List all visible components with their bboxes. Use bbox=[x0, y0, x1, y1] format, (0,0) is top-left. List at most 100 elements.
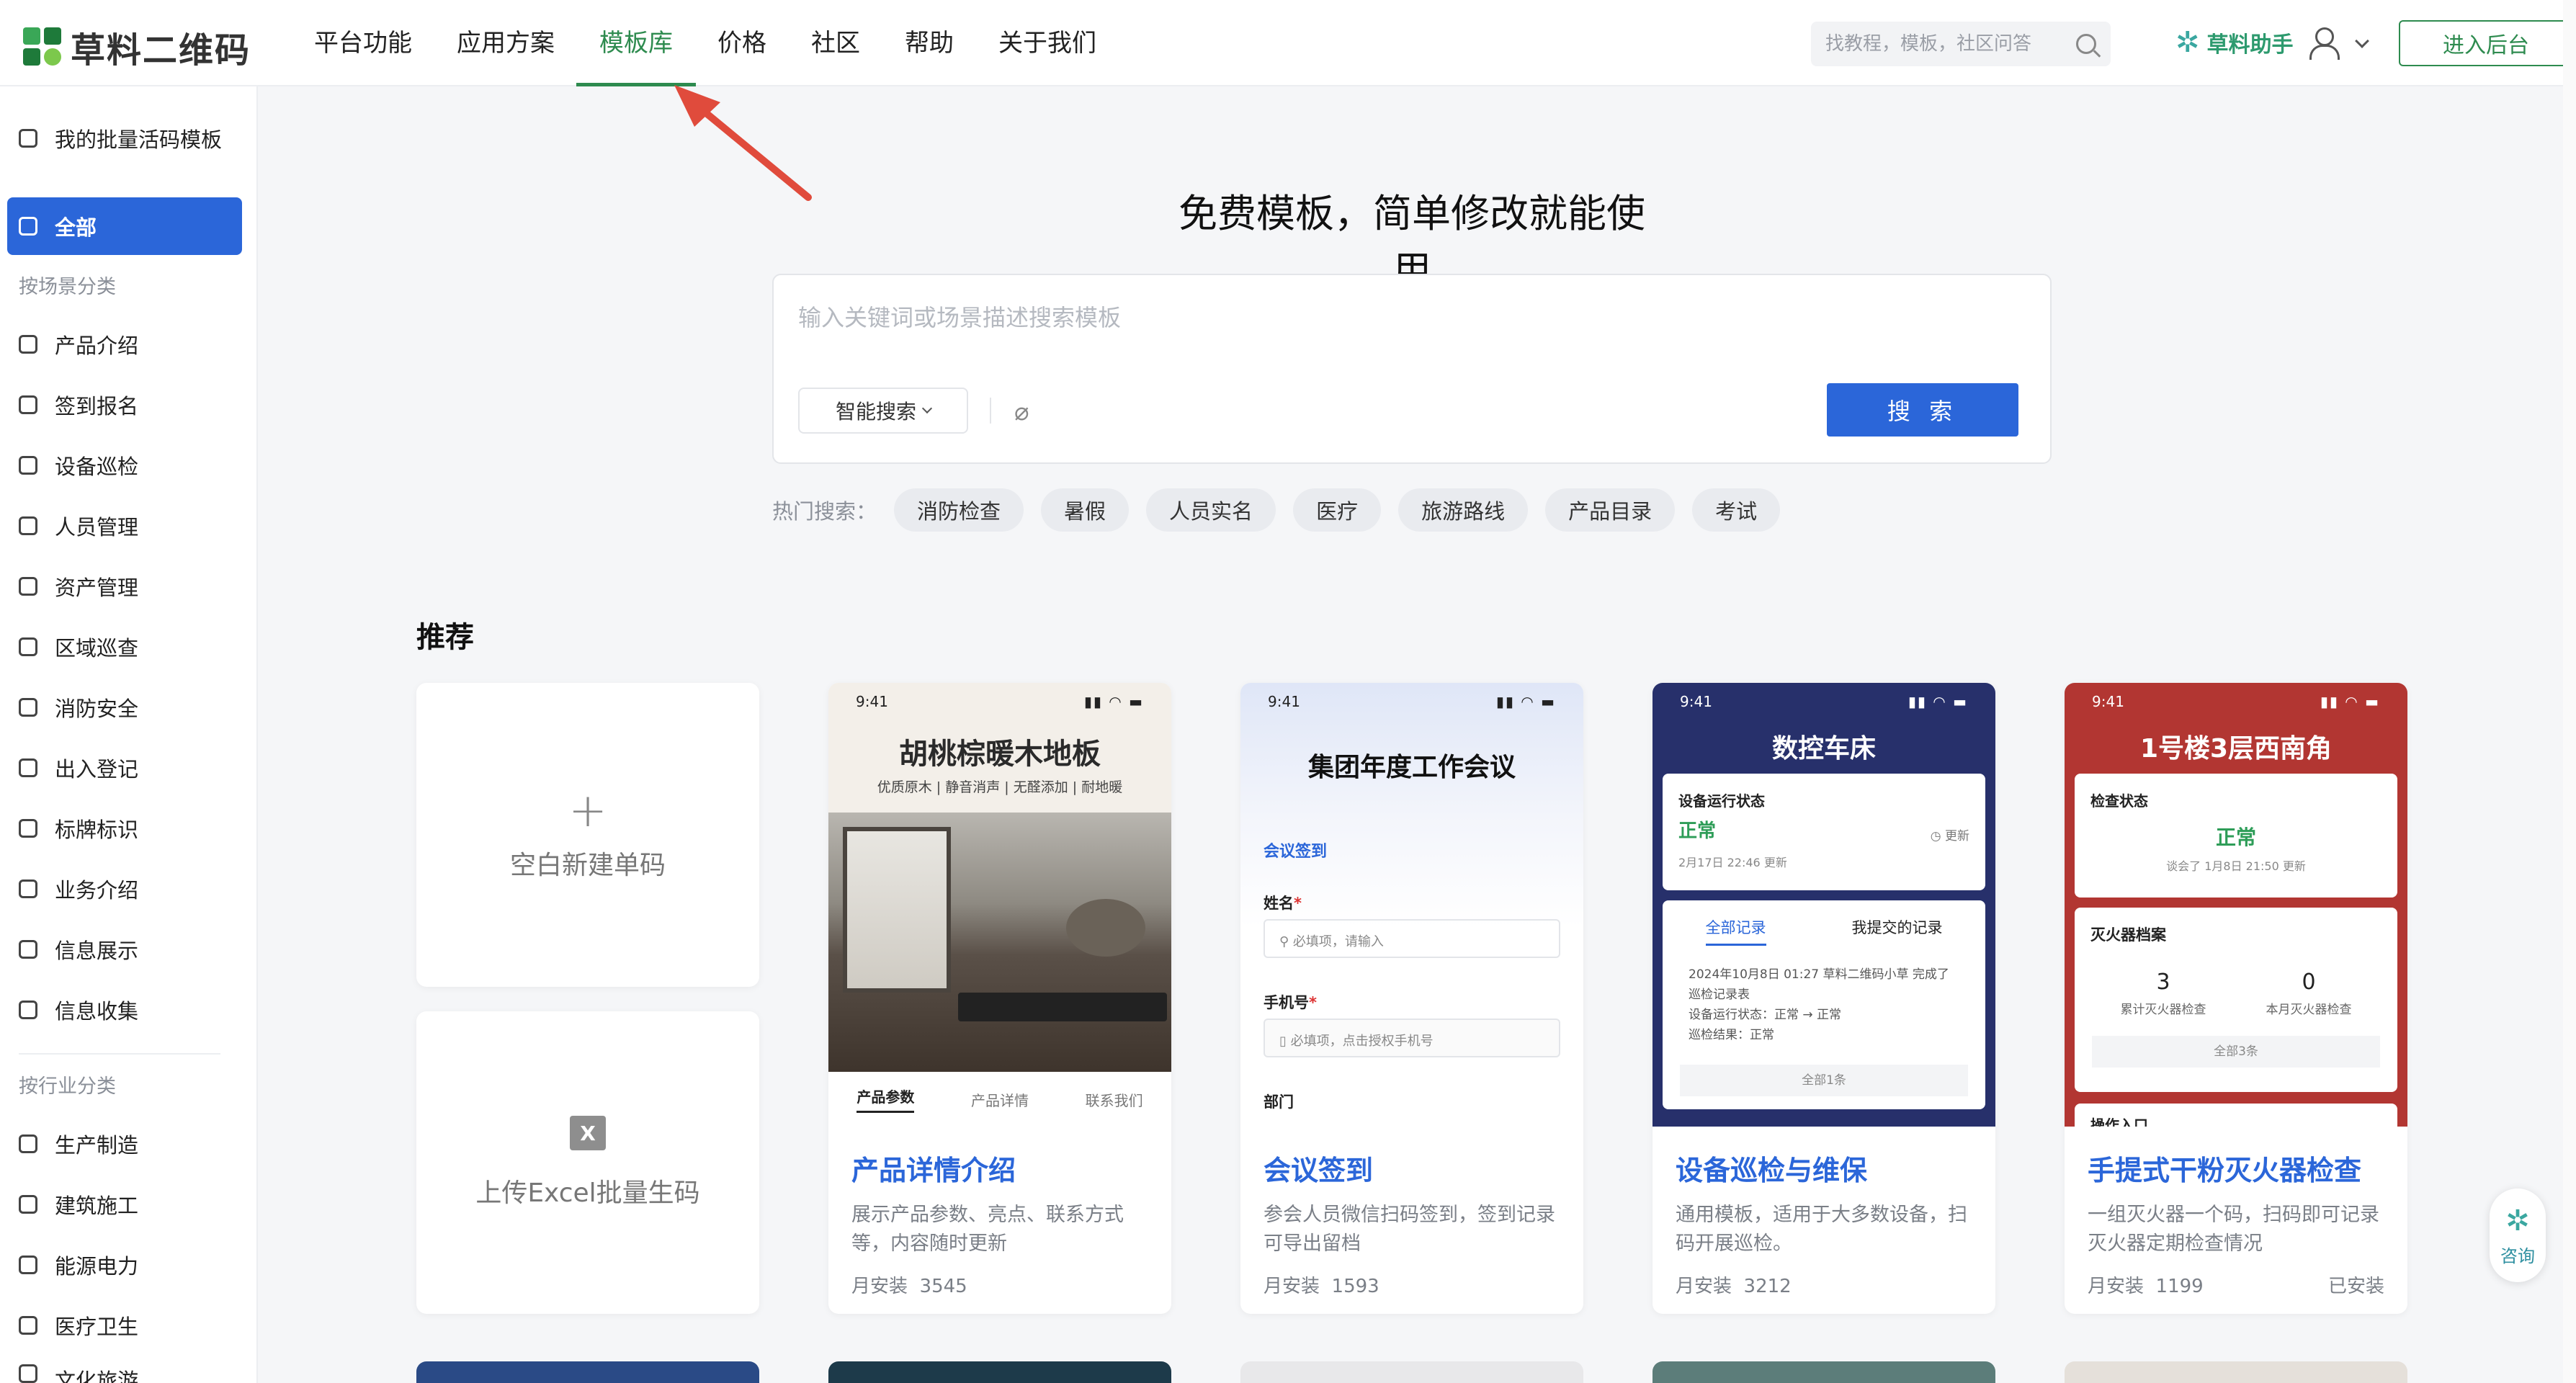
template-name[interactable]: 设备巡检与维保 bbox=[1676, 1148, 1972, 1188]
user-icon[interactable] bbox=[2308, 27, 2340, 60]
sidebar-item-label: 标牌标识 bbox=[55, 818, 139, 842]
upload-excel-label: 上传Excel批量生码 bbox=[475, 1178, 700, 1208]
template-preview: 9:41 ▮▮ ◠ ▬ 1号楼3层西南角 检查状态 正常 谈会了 1月8日 21:… bbox=[2065, 683, 2407, 1127]
preview-records-box: 全部记录 我提交的记录 2024年10月8日 01:27 草料二维码小草 完成了巡… bbox=[1663, 900, 1985, 1109]
nav-solutions[interactable]: 应用方案 bbox=[457, 0, 555, 86]
smart-search-dropdown[interactable]: 智能搜索 bbox=[798, 388, 968, 434]
chevron-down-icon[interactable] bbox=[2355, 34, 2369, 48]
product-icon bbox=[19, 335, 37, 354]
sidebar-item-energy[interactable]: 能源电力 bbox=[7, 1236, 242, 1294]
sidebar-item-entry-log[interactable]: 出入登记 bbox=[7, 739, 242, 797]
global-search-input[interactable] bbox=[1825, 33, 2076, 55]
sidebar-item-fire-safety[interactable]: 消防安全 bbox=[7, 679, 242, 736]
install-count: 1593 bbox=[1331, 1276, 1379, 1297]
sidebar-item-label: 产品介绍 bbox=[55, 334, 139, 358]
install-count: 1199 bbox=[2155, 1276, 2204, 1297]
phone-status-bar: 9:41 ▮▮ ◠ ▬ bbox=[1240, 683, 1583, 723]
hot-tag[interactable]: 暑假 bbox=[1041, 488, 1130, 532]
template-card-peek[interactable] bbox=[828, 1361, 1171, 1383]
template-search-input[interactable]: 输入关键词或场景描述搜索模板 bbox=[798, 300, 1121, 333]
template-search-box[interactable]: 输入关键词或场景描述搜索模板 智能搜索 ⌀ 搜 索 bbox=[772, 274, 2052, 464]
person-card-icon bbox=[19, 516, 37, 535]
bookmark-icon bbox=[19, 217, 37, 236]
sidebar-item-label: 能源电力 bbox=[55, 1254, 139, 1279]
template-meta: 月安装 1199 已安装 bbox=[2088, 1271, 2384, 1298]
sidebar-group-scene: 按场景分类 bbox=[19, 276, 116, 298]
template-card-peek[interactable] bbox=[416, 1361, 759, 1383]
sidebar-item-all[interactable]: 全部 bbox=[7, 197, 242, 255]
sidebar-item-manufacturing[interactable]: 生产制造 bbox=[7, 1115, 242, 1173]
sidebar-item-area-patrol[interactable]: 区域巡查 bbox=[7, 618, 242, 676]
edit-icon bbox=[19, 395, 37, 414]
nav-about[interactable]: 关于我们 bbox=[998, 0, 1096, 86]
sidebar-item-inspection[interactable]: 设备巡检 bbox=[7, 437, 242, 494]
preview-title: 胡桃棕暖木地板 bbox=[899, 738, 1101, 771]
sidebar-item-culture-tourism[interactable]: 文化旅游 bbox=[7, 1357, 242, 1383]
nav-pricing[interactable]: 价格 bbox=[717, 0, 766, 86]
sparkle-icon: ✲ bbox=[2175, 26, 2200, 59]
brand-name: 草料二维码 bbox=[71, 30, 251, 71]
blank-new-code-card[interactable]: + 空白新建单码 bbox=[416, 683, 759, 987]
assistant-link[interactable]: ✲ 草料助手 bbox=[2175, 26, 2294, 59]
hot-searches: 热门搜索： 消防检查 暑假 人员实名 医疗 旅游路线 产品目录 考试 bbox=[772, 488, 1797, 532]
template-card-equipment-inspection[interactable]: 9:41 ▮▮ ◠ ▬ 数控车床 设备运行状态 正常 2月17日 22:46 更新… bbox=[1653, 683, 1995, 1314]
template-preview: 9:41 ▮▮ ◠ ▬ 胡桃棕暖木地板 优质原木 | 静音消声 | 无醛添加 | … bbox=[828, 683, 1171, 1127]
document-icon bbox=[19, 880, 37, 898]
preview-tabs: 产品参数 产品详情 联系我们 bbox=[828, 1072, 1171, 1127]
template-card-peek[interactable] bbox=[2065, 1361, 2407, 1383]
top-nav-bar: 草料二维码 平台功能 应用方案 模板库 价格 社区 帮助 关于我们 ✲ 草料助手… bbox=[0, 0, 2576, 86]
hot-tag[interactable]: 医疗 bbox=[1293, 488, 1382, 532]
phone-status-bar: 9:41 ▮▮ ◠ ▬ bbox=[2065, 683, 2407, 723]
sidebar-item-info-collect[interactable]: 信息收集 bbox=[7, 981, 242, 1039]
template-card-meeting-signin[interactable]: 9:41 ▮▮ ◠ ▬ 集团年度工作会议 会议签到 姓名* ⚲ 必填项，请输入 手… bbox=[1240, 683, 1583, 1314]
template-card-peek[interactable] bbox=[1653, 1361, 1995, 1383]
search-button[interactable]: 搜 索 bbox=[1827, 383, 2018, 437]
sidebar-item-construction[interactable]: 建筑施工 bbox=[7, 1176, 242, 1233]
upload-excel-card[interactable]: X 上传Excel批量生码 bbox=[416, 1011, 759, 1314]
scrollbar[interactable] bbox=[2563, 0, 2576, 1383]
sidebar-item-my-templates[interactable]: 我的批量活码模板 bbox=[7, 109, 242, 167]
template-card-peek[interactable] bbox=[1240, 1361, 1583, 1383]
signal-battery-icon: ▮▮ ◠ ▬ bbox=[1908, 693, 1968, 710]
template-name[interactable]: 会议签到 bbox=[1264, 1148, 1560, 1188]
sidebar-item-info-display[interactable]: 信息展示 bbox=[7, 921, 242, 978]
brand-logo[interactable]: 草料二维码 bbox=[23, 22, 251, 72]
hot-tag[interactable]: 考试 bbox=[1692, 488, 1781, 532]
hot-tag[interactable]: 产品目录 bbox=[1545, 488, 1676, 532]
sidebar-item-medical[interactable]: 医疗卫生 bbox=[7, 1297, 242, 1354]
template-card-product-detail[interactable]: 9:41 ▮▮ ◠ ▬ 胡桃棕暖木地板 优质原木 | 静音消声 | 无醛添加 | … bbox=[828, 683, 1171, 1314]
search-icon[interactable] bbox=[2076, 34, 2096, 54]
excel-icon: X bbox=[570, 1116, 606, 1150]
sidebar-item-personnel[interactable]: 人员管理 bbox=[7, 497, 242, 555]
paperclip-icon[interactable]: ⌀ bbox=[1014, 398, 1029, 426]
nav-templates[interactable]: 模板库 bbox=[576, 0, 696, 86]
nav-platform[interactable]: 平台功能 bbox=[314, 0, 412, 86]
asset-icon bbox=[19, 577, 37, 596]
template-name[interactable]: 手提式干粉灭火器检查 bbox=[2088, 1148, 2384, 1188]
hot-tag[interactable]: 旅游路线 bbox=[1398, 488, 1529, 532]
preview-entry-box: 操作入口 bbox=[2075, 1104, 2397, 1127]
display-icon bbox=[19, 940, 37, 959]
hot-tag[interactable]: 人员实名 bbox=[1146, 488, 1276, 532]
template-name[interactable]: 产品详情介绍 bbox=[851, 1148, 1148, 1188]
enter-dashboard-button[interactable]: 进入后台 bbox=[2399, 20, 2573, 66]
consult-float-button[interactable]: ✲ 咨询 bbox=[2490, 1189, 2546, 1282]
phone-status-bar: 9:41 ▮▮ ◠ ▬ bbox=[1653, 683, 1995, 723]
preview-title: 1号楼3层西南角 bbox=[2139, 734, 2333, 764]
smart-search-label: 智能搜索 bbox=[835, 400, 916, 424]
preview-status-box: 检查状态 正常 谈会了 1月8日 21:50 更新 bbox=[2075, 774, 2397, 898]
sidebar-item-assets[interactable]: 资产管理 bbox=[7, 558, 242, 615]
sidebar-item-signage[interactable]: 标牌标识 bbox=[7, 800, 242, 857]
nav-help[interactable]: 帮助 bbox=[905, 0, 954, 86]
sidebar-item-business[interactable]: 业务介绍 bbox=[7, 860, 242, 918]
template-card-fire-extinguisher[interactable]: 9:41 ▮▮ ◠ ▬ 1号楼3层西南角 检查状态 正常 谈会了 1月8日 21:… bbox=[2065, 683, 2407, 1314]
template-info: 产品详情介绍 展示产品参数、亮点、联系方式等，内容随时更新 月安装 3545 bbox=[828, 1127, 1171, 1314]
sidebar-item-label: 信息展示 bbox=[55, 939, 139, 963]
sidebar-item-product-intro[interactable]: 产品介绍 bbox=[7, 315, 242, 373]
sidebar-item-signup[interactable]: 签到报名 bbox=[7, 376, 242, 434]
door-icon bbox=[19, 758, 37, 777]
installed-badge: 已安装 bbox=[2327, 1276, 2384, 1297]
hot-tag[interactable]: 消防检查 bbox=[894, 488, 1024, 532]
sidebar-item-label: 业务介绍 bbox=[55, 878, 139, 903]
nav-community[interactable]: 社区 bbox=[811, 0, 860, 86]
